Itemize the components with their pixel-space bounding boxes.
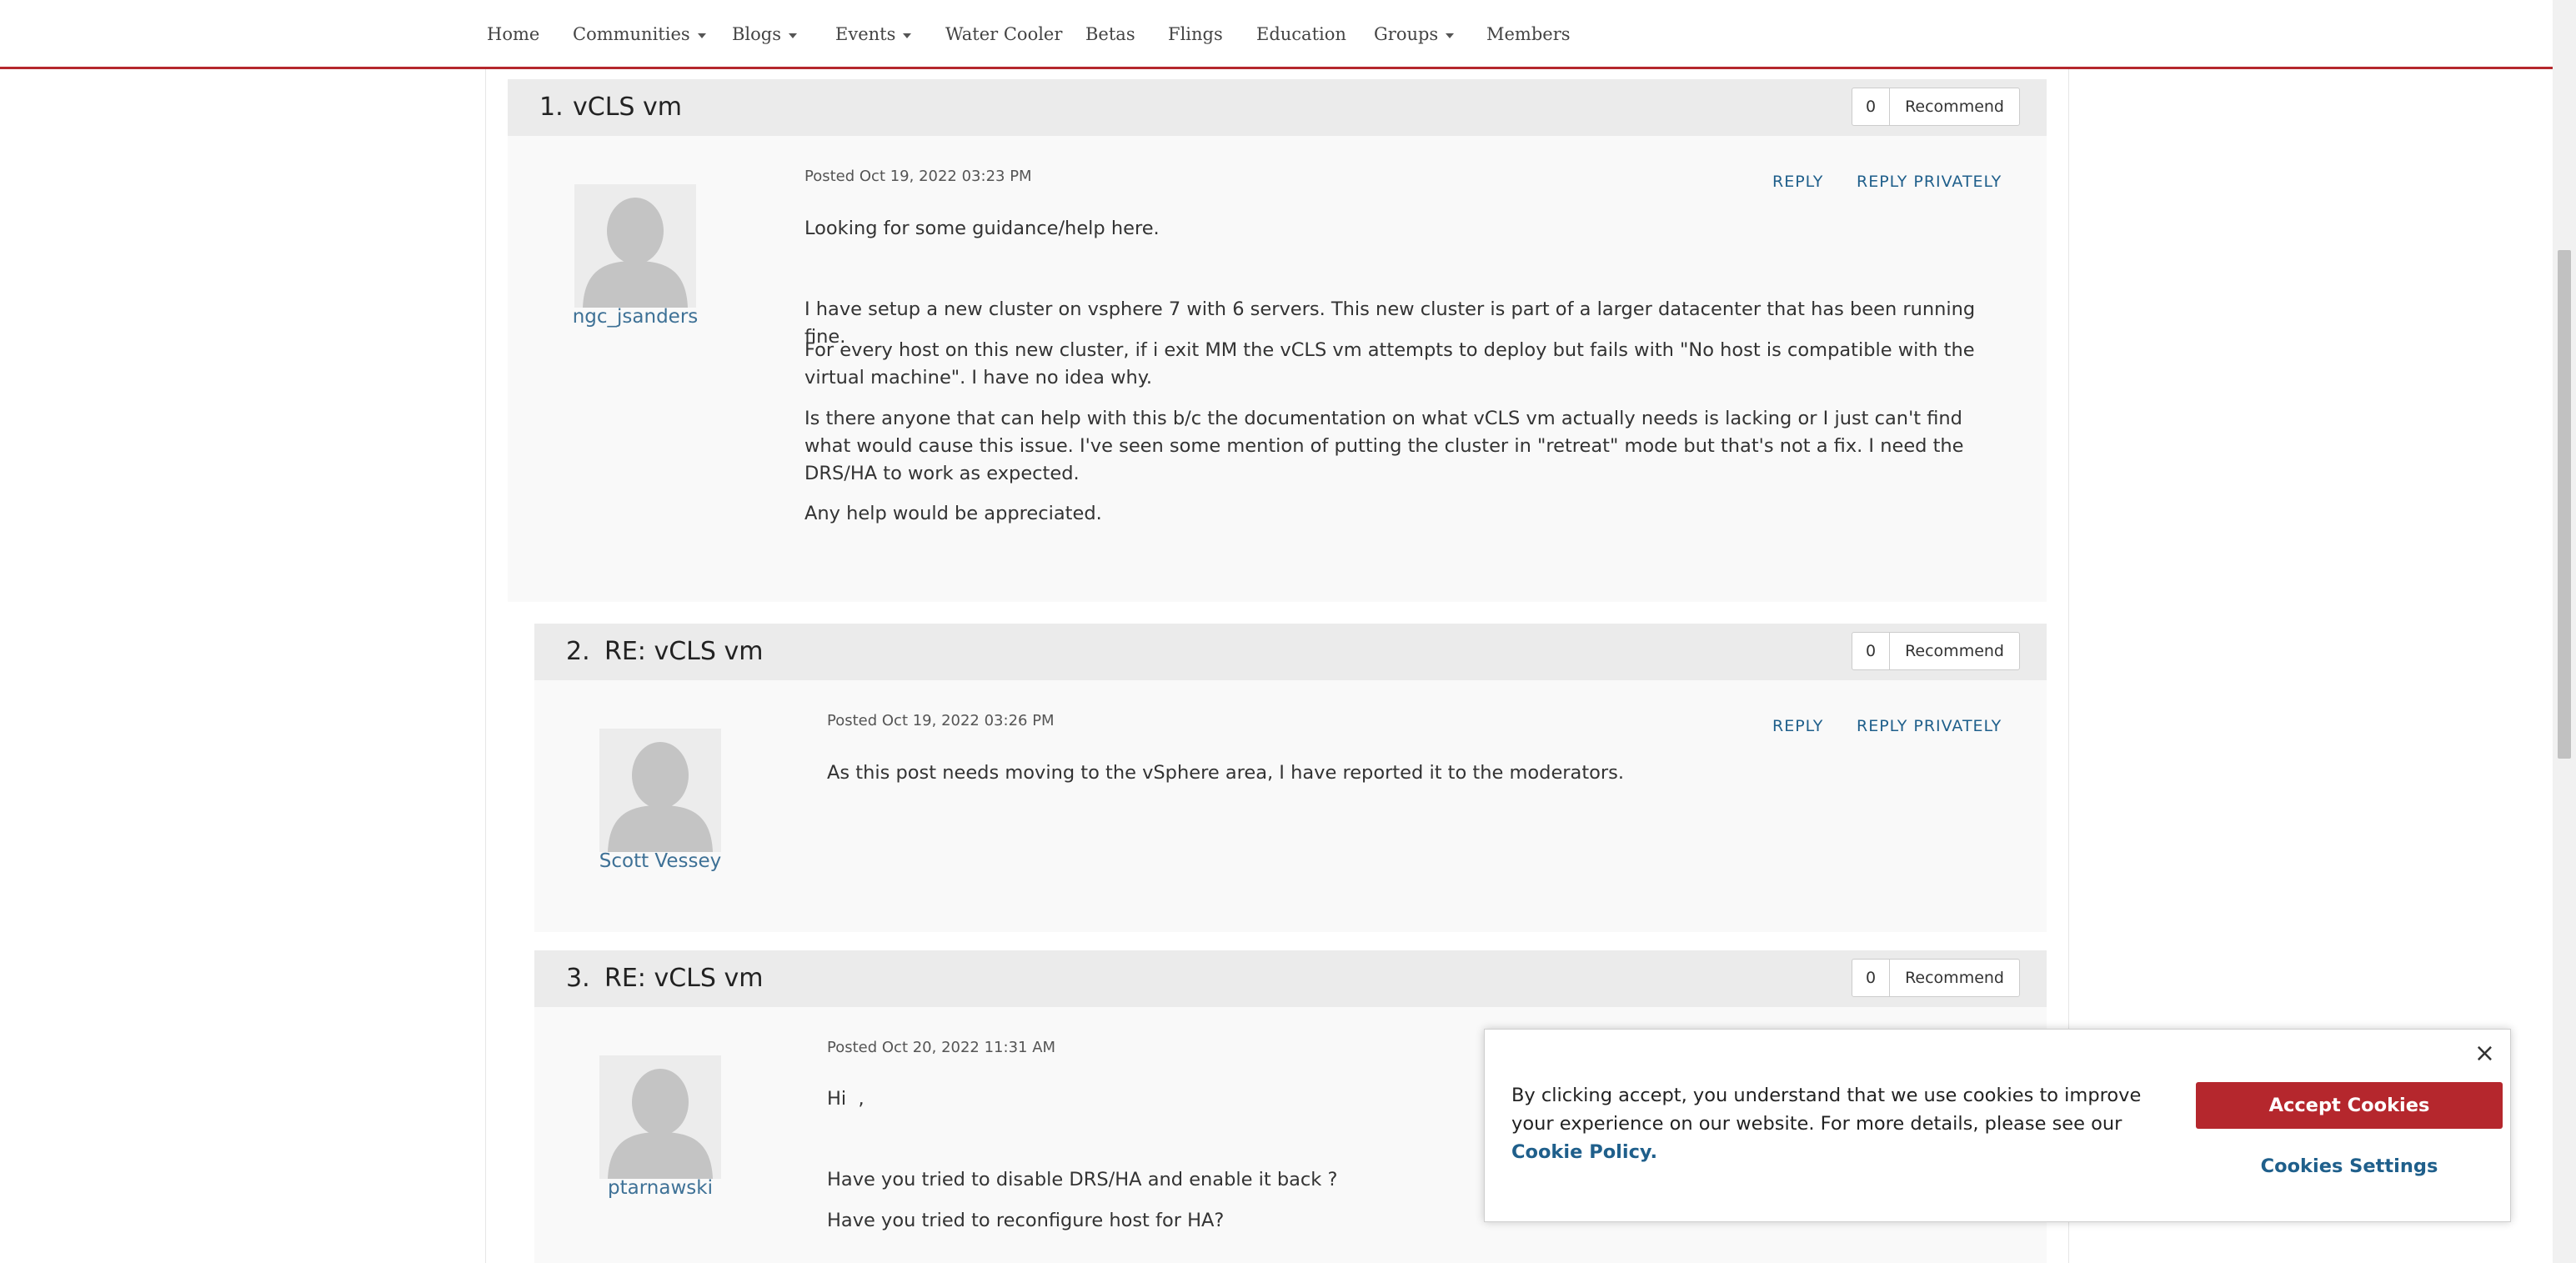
post-number: 3. xyxy=(566,964,590,993)
default-avatar-icon xyxy=(574,184,696,308)
post-number: 1. xyxy=(539,93,564,122)
nav-item-label: Home xyxy=(487,24,540,44)
reply-button[interactable]: REPLY xyxy=(1772,173,1823,191)
default-avatar-icon xyxy=(599,1055,721,1179)
author-link[interactable]: Scott Vessey xyxy=(560,850,760,872)
nav-item-label: Communities xyxy=(573,24,690,44)
recommend-count: 0 xyxy=(1852,88,1891,125)
post-title: RE: vCLS vm xyxy=(604,637,764,666)
thread-post: 2. RE: vCLS vm 0 Recommend Scott Vessey … xyxy=(534,624,2047,932)
chevron-down-icon xyxy=(697,33,706,38)
nav-item-groups[interactable]: Groups xyxy=(1374,20,1455,48)
recommend-group: 0 Recommend xyxy=(1852,88,2020,126)
post-paragraph: Any help would be appreciated. xyxy=(804,503,1102,524)
reply-privately-button[interactable]: REPLY PRIVATELY xyxy=(1857,717,2002,735)
cookie-policy-link[interactable]: Cookie Policy. xyxy=(1511,1141,1657,1163)
posted-date: Posted Oct 19, 2022 03:23 PM xyxy=(804,168,1032,185)
nav-item-betas[interactable]: Betas xyxy=(1085,20,1135,48)
page-scrollbar[interactable] xyxy=(2553,0,2576,1263)
author-link[interactable]: ngc_jsanders xyxy=(535,306,735,328)
chevron-down-icon xyxy=(903,33,912,38)
post-paragraph: For every host on this new cluster, if i… xyxy=(804,339,1975,388)
avatar[interactable] xyxy=(599,729,721,852)
post-paragraph: Is there anyone that can help with this … xyxy=(804,408,1964,484)
post-title: vCLS vm xyxy=(573,93,682,122)
recommend-button[interactable]: Recommend xyxy=(1890,960,2019,996)
post-paragraph: As this post needs moving to the vSphere… xyxy=(827,762,1625,784)
nav-item-label: Education xyxy=(1256,24,1346,44)
post-paragraph: Looking for some guidance/help here. xyxy=(804,218,1160,239)
scrollbar-thumb[interactable] xyxy=(2558,250,2571,759)
close-icon[interactable]: × xyxy=(2474,1041,2495,1066)
chevron-down-icon xyxy=(789,33,798,38)
nav-item-label: Betas xyxy=(1085,24,1135,44)
author-link[interactable]: ptarnawski xyxy=(560,1177,760,1199)
nav-item-label: Events xyxy=(835,24,896,44)
avatar[interactable] xyxy=(574,184,696,308)
nav-item-label: Water Cooler xyxy=(945,24,1063,44)
recommend-count: 0 xyxy=(1852,960,1891,996)
recommend-group: 0 Recommend xyxy=(1852,959,2020,997)
default-avatar-icon xyxy=(599,729,721,852)
avatar[interactable] xyxy=(599,1055,721,1179)
nav-item-home[interactable]: Home xyxy=(487,20,539,48)
nav-item-label: Blogs xyxy=(732,24,782,44)
nav-item-label: Flings xyxy=(1168,24,1223,44)
reply-button[interactable]: REPLY xyxy=(1772,717,1823,735)
posted-date: Posted Oct 19, 2022 03:26 PM xyxy=(827,712,1055,729)
cookie-banner: × By clicking accept, you understand tha… xyxy=(1484,1029,2511,1222)
top-navigation: Home Communities Blogs Events Water Cool… xyxy=(0,0,2553,69)
nav-item-water-cooler[interactable]: Water Cooler xyxy=(945,20,1062,48)
reply-privately-button[interactable]: REPLY PRIVATELY xyxy=(1857,173,2002,191)
nav-item-education[interactable]: Education xyxy=(1256,20,1346,48)
post-number: 2. xyxy=(566,637,590,666)
nav-item-label: Groups xyxy=(1374,24,1439,44)
post-title: RE: vCLS vm xyxy=(604,964,764,993)
post-header: 1. vCLS vm 0 Recommend xyxy=(508,79,2047,136)
cookie-text: By clicking accept, you understand that … xyxy=(1511,1085,2142,1135)
recommend-button[interactable]: Recommend xyxy=(1890,88,2019,125)
post-header: 2. RE: vCLS vm 0 Recommend xyxy=(534,624,2047,680)
post-header: 3. RE: vCLS vm 0 Recommend xyxy=(534,950,2047,1007)
nav-item-events[interactable]: Events xyxy=(835,20,912,48)
nav-item-label: Members xyxy=(1486,24,1571,44)
nav-item-members[interactable]: Members xyxy=(1486,20,1571,48)
recommend-button[interactable]: Recommend xyxy=(1890,633,2019,669)
accept-cookies-button[interactable]: Accept Cookies xyxy=(2196,1082,2503,1129)
cookie-message: By clicking accept, you understand that … xyxy=(1511,1081,2162,1166)
posted-date: Posted Oct 20, 2022 11:31 AM xyxy=(827,1039,1056,1056)
recommend-count: 0 xyxy=(1852,633,1891,669)
chevron-down-icon xyxy=(1446,33,1455,38)
nav-item-communities[interactable]: Communities xyxy=(573,20,706,48)
thread-post: 1. vCLS vm 0 Recommend ngc_jsanders Post… xyxy=(508,79,2047,602)
nav-item-flings[interactable]: Flings xyxy=(1168,20,1223,48)
nav-item-blogs[interactable]: Blogs xyxy=(732,20,798,48)
cookies-settings-button[interactable]: Cookies Settings xyxy=(2196,1143,2503,1190)
recommend-group: 0 Recommend xyxy=(1852,632,2020,670)
